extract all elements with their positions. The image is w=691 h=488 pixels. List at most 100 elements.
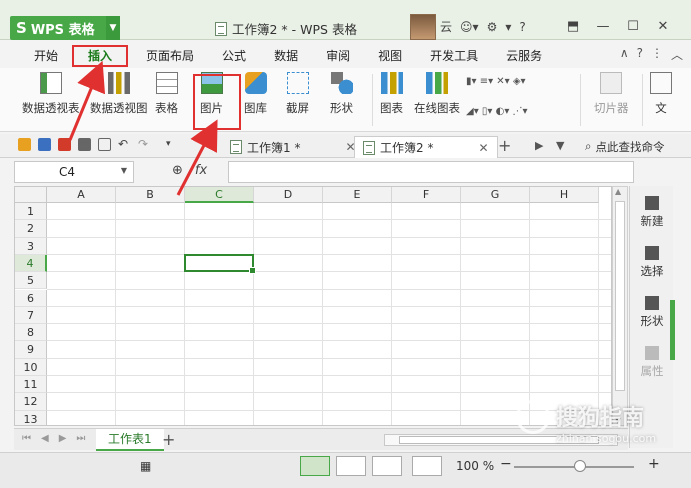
tab-menu-8[interactable]: 云服务 (492, 45, 556, 67)
tab-menu-7[interactable]: 开发工具 (416, 45, 492, 67)
add-sheet-icon[interactable]: + (162, 430, 175, 449)
tab-list-icon[interactable]: ▶ (535, 139, 543, 152)
close-icon[interactable]: ✕ (648, 14, 678, 38)
find-command-box[interactable]: ⌕ 点此查找命令 (585, 139, 664, 155)
text-box-button[interactable]: 文 (650, 72, 672, 116)
screenshot-button[interactable]: 截屏 (286, 72, 309, 116)
gallery-button[interactable]: 图库 (244, 72, 267, 116)
skin-icon[interactable]: ▾ (505, 20, 511, 34)
column-header-e[interactable]: E (323, 187, 392, 203)
save-icon[interactable] (38, 138, 51, 151)
reading-view-button[interactable] (412, 456, 442, 476)
wps-app-menu-button[interactable]: S WPS 表格 ▼ (10, 16, 120, 40)
spreadsheet-grid[interactable]: A B C D E F G H 1 2 3 4 5 6 7 8 9 10 11 12 13 (14, 186, 612, 426)
table-button[interactable]: 表格 (155, 72, 178, 116)
collapse-ribbon-icon[interactable]: ∧ (620, 46, 629, 63)
row-header-2[interactable]: 2 (15, 220, 47, 238)
restore-icon[interactable]: ⬒ (558, 14, 588, 38)
row-header-3[interactable]: 3 (15, 237, 47, 255)
avatar[interactable] (410, 14, 436, 40)
line-chart-dropdown[interactable]: ◢▾ ▯▾ ◐▾ ⋰▾ (466, 102, 528, 120)
tab-menu-icon[interactable]: ▼ (556, 139, 564, 152)
zoom-out-icon[interactable]: − (500, 456, 512, 472)
row-header-8[interactable]: 8 (15, 324, 47, 342)
calendar-icon[interactable]: ▦ (140, 459, 151, 473)
first-sheet-icon[interactable]: ⏮ (22, 433, 31, 444)
chevron-up-icon[interactable]: ︿ (671, 46, 683, 63)
column-header-c[interactable]: C (185, 187, 254, 203)
tab-menu-2[interactable]: 页面布局 (132, 45, 208, 67)
row-header-12[interactable]: 12 (15, 393, 47, 411)
fx-button[interactable]: fx (195, 163, 207, 178)
pivot-chart-button[interactable]: 数据透视图 (90, 72, 148, 116)
column-header-d[interactable]: D (254, 187, 323, 203)
scroll-up-icon[interactable]: ▲ (615, 187, 621, 196)
active-cell[interactable] (184, 253, 256, 275)
slicer-button[interactable]: 切片器 (594, 72, 629, 116)
vertical-scrollbar[interactable]: ▲ ▼ (612, 186, 628, 426)
print-preview-icon[interactable] (98, 138, 111, 151)
row-header-6[interactable]: 6 (15, 289, 47, 307)
next-sheet-icon[interactable]: ▶ (59, 433, 67, 444)
name-box[interactable]: C4 ▼ (14, 161, 134, 183)
row-header-13[interactable]: 13 (15, 410, 47, 425)
cloud-account-button[interactable]: 云 (440, 18, 452, 35)
column-header-a[interactable]: A (47, 187, 116, 203)
tab-menu-3[interactable]: 公式 (208, 45, 260, 67)
pdf-icon[interactable] (58, 138, 71, 151)
print-icon[interactable] (78, 138, 91, 151)
tab-menu-0[interactable]: 开始 (20, 45, 72, 67)
normal-view-button[interactable] (300, 456, 330, 476)
redo-icon[interactable]: ↷ (138, 138, 151, 151)
tab-insert[interactable]: 插入 (72, 45, 129, 67)
gear-icon[interactable]: ⚙ (487, 20, 498, 34)
prev-sheet-icon[interactable]: ◀ (41, 433, 49, 444)
document-tab-1[interactable]: 工作簿1 * ✕ (222, 136, 364, 158)
online-chart-button[interactable]: 在线图表 (414, 72, 460, 116)
tab-menu-6[interactable]: 视图 (364, 45, 416, 67)
column-header-h[interactable]: H (530, 187, 599, 203)
row-header-9[interactable]: 9 (15, 341, 47, 359)
column-header-g[interactable]: G (461, 187, 530, 203)
tab-menu-4[interactable]: 数据 (260, 45, 312, 67)
open-folder-icon[interactable] (18, 138, 31, 151)
zoom-slider-thumb[interactable] (574, 460, 586, 472)
column-header-f[interactable]: F (392, 187, 461, 203)
zoom-in-icon[interactable]: + (648, 456, 660, 472)
formula-input[interactable] (228, 161, 634, 183)
column-chart-dropdown[interactable]: ▮▾ ≡▾ ✕▾ ◈▾ (466, 72, 526, 90)
close-icon[interactable]: ✕ (478, 141, 488, 155)
task-pane-toggle[interactable] (670, 300, 675, 360)
row-header-1[interactable]: 1 (15, 203, 47, 221)
page-break-view-button[interactable] (336, 456, 366, 476)
row-header-10[interactable]: 10 (15, 358, 47, 376)
task-pane-item-3[interactable]: 形状 (630, 296, 674, 329)
minimize-icon[interactable]: — (588, 14, 618, 38)
row-header-7[interactable]: 7 (15, 306, 47, 325)
customize-toolbar-icon[interactable]: ▾ (166, 138, 179, 151)
zoom-level[interactable]: 100 % (456, 459, 494, 473)
row-header-5[interactable]: 5 (15, 272, 47, 290)
shapes-button[interactable]: 形状 (330, 72, 353, 116)
maximize-icon[interactable]: ☐ (618, 14, 648, 38)
sheet-tab-1[interactable]: 工作表1 (96, 429, 164, 451)
last-sheet-icon[interactable]: ⏭ (76, 433, 85, 444)
task-pane-item-2[interactable]: 选择 (630, 246, 674, 279)
zoom-icon[interactable]: ⊕ (172, 163, 183, 178)
new-tab-icon[interactable]: + (498, 136, 511, 155)
column-header-b[interactable]: B (116, 187, 185, 203)
page-layout-view-button[interactable] (372, 456, 402, 476)
help-button[interactable]: ? (519, 20, 525, 34)
tab-menu-5[interactable]: 审阅 (312, 45, 364, 67)
vertical-scroll-thumb[interactable] (615, 201, 625, 391)
task-pane-item-1[interactable]: 新建 (630, 196, 674, 229)
document-tab-2[interactable]: 工作簿2 * ✕ (354, 136, 498, 158)
help-icon[interactable]: ? (637, 46, 643, 63)
chart-button[interactable]: 图表 (380, 72, 403, 116)
select-all-corner[interactable] (15, 187, 47, 203)
row-header-11[interactable]: 11 (15, 376, 47, 394)
row-header-4[interactable]: 4 (15, 254, 47, 273)
pivot-table-button[interactable]: 数据透视表 (22, 72, 80, 116)
more-icon[interactable]: ⋮ (651, 46, 663, 63)
undo-icon[interactable]: ↶ (118, 138, 131, 151)
